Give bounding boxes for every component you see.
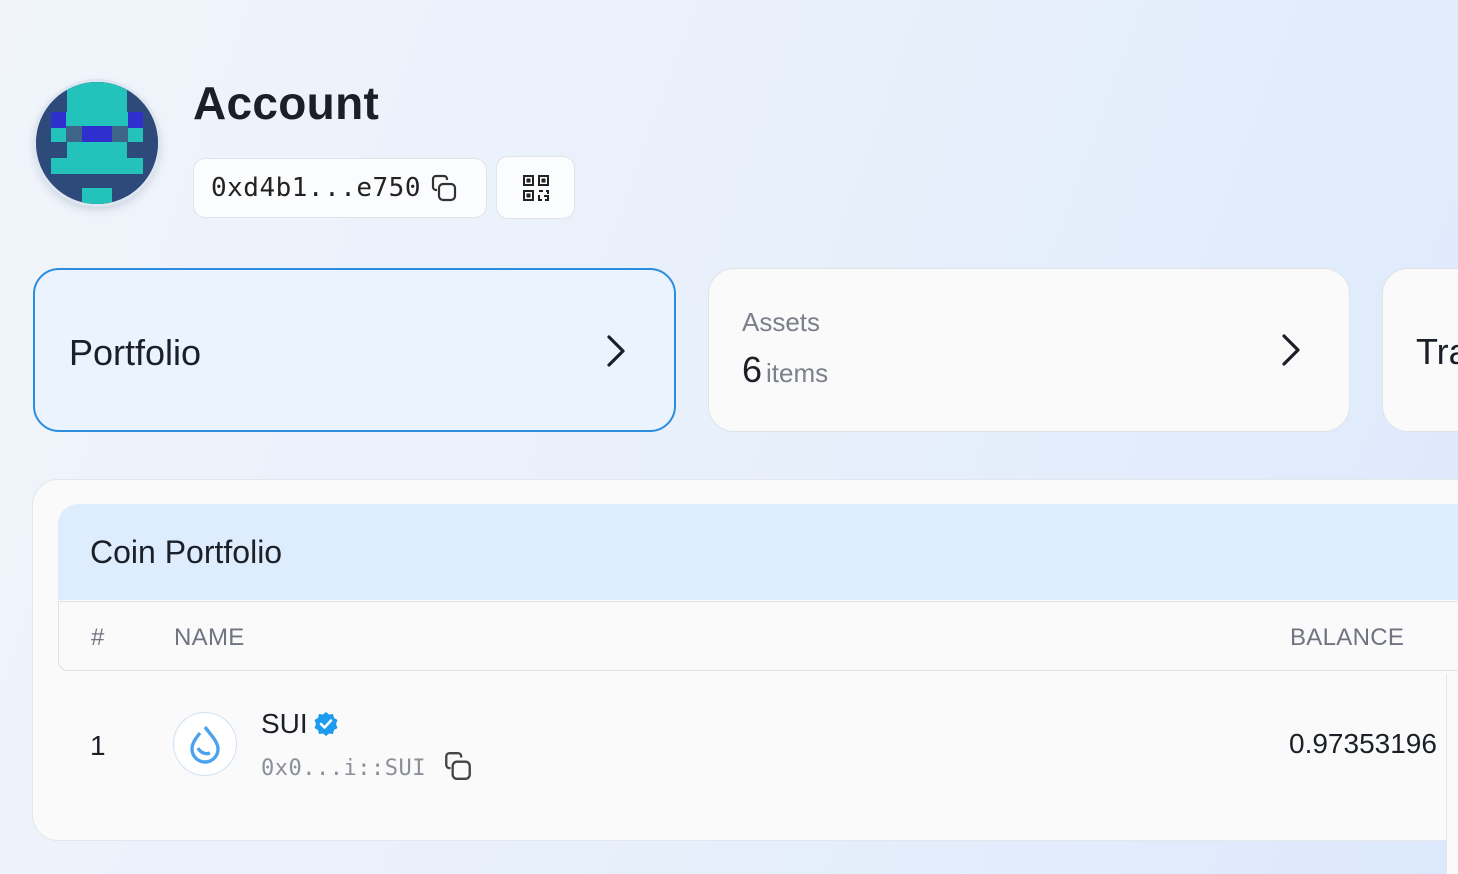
assets-count-unit: items xyxy=(766,358,829,388)
tab-assets[interactable]: Assets 6 items xyxy=(708,268,1350,432)
row-index: 1 xyxy=(90,730,106,761)
column-balance[interactable]: BALANCE xyxy=(1290,624,1404,652)
coin-portfolio-panel: Coin Portfolio # NAME BALANCE 1 SUI 0x0.… xyxy=(32,479,1458,874)
copy-icon[interactable] xyxy=(429,173,459,203)
column-index: # xyxy=(91,624,105,651)
coin-portfolio-title: Coin Portfolio xyxy=(90,534,283,570)
table-header: # NAME BALANCE xyxy=(58,601,1458,671)
pixel-avatar-icon xyxy=(36,82,158,204)
coin-balance: 0.97353196 xyxy=(1289,728,1437,759)
sticky-column-edge xyxy=(1446,674,1458,874)
assets-count-value: 6 xyxy=(742,349,763,390)
page-title: Account xyxy=(193,77,380,129)
tab-portfolio-label: Portfolio xyxy=(69,332,202,373)
table-row[interactable]: 1 SUI 0x0...i::SUI 0.97353196 S xyxy=(58,680,1458,810)
verified-badge-icon xyxy=(314,712,338,736)
qr-code-button[interactable] xyxy=(496,156,575,219)
tab-transactions[interactable]: Tra xyxy=(1382,268,1458,432)
account-address: 0xd4b1...e750 xyxy=(211,173,421,203)
coin-symbol[interactable]: SUI xyxy=(261,708,308,740)
tab-assets-label: Assets xyxy=(742,307,821,337)
assets-count: 6 items xyxy=(742,349,828,391)
qr-code-icon xyxy=(522,174,549,201)
chevron-right-icon xyxy=(607,335,625,367)
account-avatar xyxy=(36,82,158,204)
sui-logo-icon xyxy=(173,712,237,776)
column-name[interactable]: NAME xyxy=(174,624,245,652)
coin-portfolio-header: Coin Portfolio xyxy=(58,504,1458,600)
account-page: Account 0xd4b1...e750 Portfolio Assets 6… xyxy=(0,0,1458,874)
account-address-chip[interactable]: 0xd4b1...e750 xyxy=(193,158,487,218)
tab-transactions-label: Tra xyxy=(1416,331,1458,372)
copy-icon[interactable] xyxy=(442,750,474,782)
chevron-right-icon xyxy=(1282,334,1300,366)
coin-type: 0x0...i::SUI xyxy=(261,756,426,781)
tab-portfolio[interactable]: Portfolio xyxy=(33,268,676,432)
